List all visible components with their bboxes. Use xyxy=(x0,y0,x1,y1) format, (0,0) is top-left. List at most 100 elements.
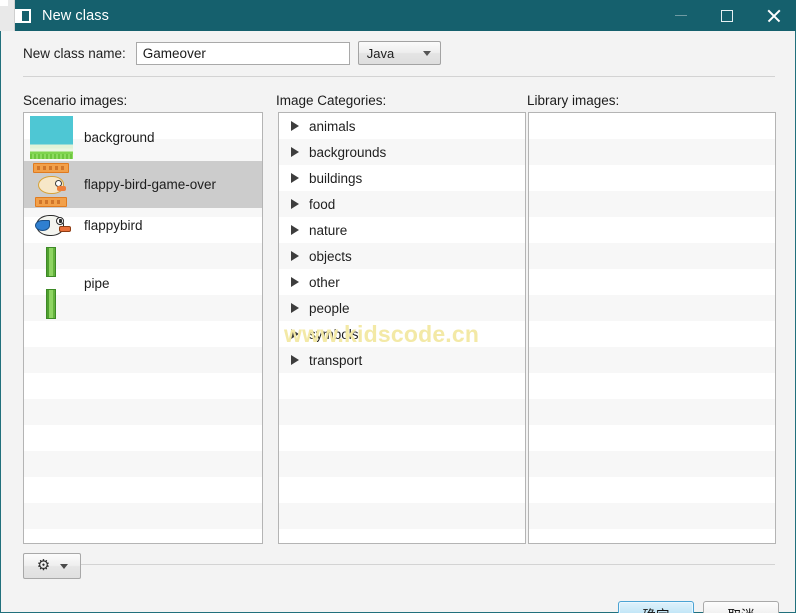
chevron-down-icon xyxy=(59,563,68,569)
game-over-thumbnail xyxy=(28,162,74,207)
image-categories-list[interactable]: animals backgrounds buildings food nature obj… xyxy=(278,112,526,544)
zebra-row xyxy=(529,347,775,373)
zebra-row xyxy=(529,477,775,503)
category-row[interactable]: symbols xyxy=(279,321,525,347)
language-dropdown[interactable]: Java xyxy=(357,41,441,65)
expand-triangle-icon[interactable] xyxy=(291,303,299,313)
category-label: food xyxy=(309,196,336,212)
expand-triangle-icon[interactable] xyxy=(291,277,299,287)
category-label: people xyxy=(309,300,350,316)
category-row[interactable]: people xyxy=(279,295,525,321)
zebra-row xyxy=(279,529,525,543)
category-label: transport xyxy=(309,352,363,368)
category-label: other xyxy=(309,274,340,290)
zebra-row xyxy=(24,373,262,399)
zebra-row xyxy=(279,373,525,399)
window-app-icon xyxy=(15,8,31,23)
zebra-row xyxy=(529,139,775,165)
zebra-row xyxy=(529,191,775,217)
zebra-row xyxy=(279,503,525,529)
category-row[interactable]: objects xyxy=(279,243,525,269)
zebra-row xyxy=(279,425,525,451)
zebra-row xyxy=(529,425,775,451)
zebra-row xyxy=(529,217,775,243)
category-row[interactable]: other xyxy=(279,269,525,295)
options-menu-button[interactable]: ⚙ xyxy=(23,553,81,579)
maximize-button[interactable] xyxy=(704,0,750,31)
zebra-row xyxy=(529,321,775,347)
zebra-row xyxy=(24,503,262,529)
zebra-row xyxy=(24,347,262,373)
zebra-row xyxy=(529,399,775,425)
pipe-thumbnail xyxy=(28,247,74,319)
expand-triangle-icon[interactable] xyxy=(291,251,299,261)
category-row[interactable]: animals xyxy=(279,113,525,139)
expand-triangle-icon[interactable] xyxy=(291,173,299,183)
list-item[interactable]: pipe xyxy=(24,243,262,323)
list-item[interactable]: background xyxy=(24,113,262,161)
scenario-images-list[interactable]: background flappy-bird-game-over flappyb… xyxy=(23,112,263,544)
zebra-row xyxy=(24,529,262,543)
list-item-label: flappy-bird-game-over xyxy=(84,177,217,192)
gear-icon: ⚙ xyxy=(36,557,51,574)
minimize-icon xyxy=(675,15,687,16)
zebra-row xyxy=(529,295,775,321)
expand-triangle-icon[interactable] xyxy=(291,147,299,157)
expand-triangle-icon[interactable] xyxy=(291,355,299,365)
category-label: nature xyxy=(309,222,348,238)
class-name-input[interactable] xyxy=(135,41,350,65)
expand-triangle-icon[interactable] xyxy=(291,329,299,339)
category-row[interactable]: transport xyxy=(279,347,525,373)
zebra-row xyxy=(529,269,775,295)
list-item[interactable]: flappy-bird-game-over xyxy=(24,161,262,208)
library-images-list[interactable] xyxy=(528,112,776,544)
background-thumbnail xyxy=(28,115,74,159)
zebra-row xyxy=(24,425,262,451)
image-categories-heading: Image Categories: xyxy=(276,93,387,108)
list-item-label: background xyxy=(84,129,155,145)
category-row[interactable]: buildings xyxy=(279,165,525,191)
zebra-row xyxy=(279,451,525,477)
category-label: backgrounds xyxy=(309,144,387,160)
cancel-button[interactable]: 取消 xyxy=(703,601,779,613)
maximize-icon xyxy=(721,9,733,22)
expand-triangle-icon[interactable] xyxy=(291,199,299,209)
ok-button[interactable]: 确定 xyxy=(618,601,694,613)
flappybird-thumbnail xyxy=(28,212,74,240)
scenario-rows: background flappy-bird-game-over flappyb… xyxy=(24,113,262,323)
class-name-label: New class name: xyxy=(23,45,126,61)
category-row[interactable]: nature xyxy=(279,217,525,243)
zebra-row xyxy=(24,399,262,425)
zebra-row xyxy=(279,477,525,503)
chevron-down-icon xyxy=(422,51,431,56)
zebra-row xyxy=(529,243,775,269)
expand-triangle-icon[interactable] xyxy=(291,225,299,235)
library-images-heading: Library images: xyxy=(527,93,620,108)
close-button[interactable] xyxy=(750,0,796,31)
list-item-label: flappybird xyxy=(84,218,143,233)
zebra-row xyxy=(24,451,262,477)
title-bar[interactable]: New class xyxy=(0,0,796,31)
top-divider xyxy=(23,76,775,77)
zebra-row xyxy=(529,503,775,529)
category-row[interactable]: food xyxy=(279,191,525,217)
minimize-button[interactable] xyxy=(658,0,704,31)
zebra-row xyxy=(529,529,775,543)
window-controls xyxy=(658,0,796,31)
zebra-row xyxy=(24,321,262,347)
new-class-dialog: New class New class name: Java xyxy=(0,0,796,613)
zebra-row xyxy=(529,451,775,477)
zebra-row xyxy=(24,477,262,503)
expand-triangle-icon[interactable] xyxy=(291,121,299,131)
window-title: New class xyxy=(42,7,109,24)
category-rows: animals backgrounds buildings food nature obj… xyxy=(279,113,525,373)
dialog-body: New class name: Java Scenario images: Im… xyxy=(0,31,796,613)
list-item[interactable]: flappybird xyxy=(24,208,262,243)
zebra-row xyxy=(529,113,775,139)
category-label: symbols xyxy=(309,326,359,342)
list-item-label: pipe xyxy=(84,275,110,291)
bottom-divider xyxy=(23,564,775,565)
category-row[interactable]: backgrounds xyxy=(279,139,525,165)
category-label: animals xyxy=(309,118,356,134)
zebra-row xyxy=(529,165,775,191)
